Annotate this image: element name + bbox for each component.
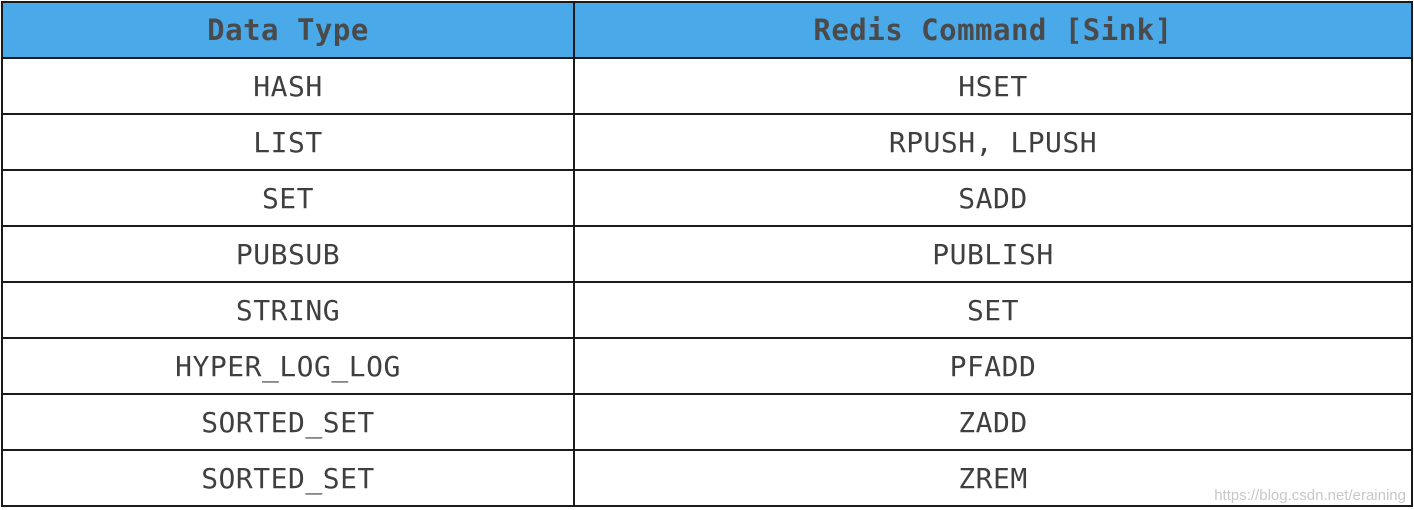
cell-data-type: LIST bbox=[1, 113, 575, 171]
table-row: SET SADD bbox=[1, 169, 1413, 227]
table-body: HASH HSET LIST RPUSH, LPUSH SET SADD PUB… bbox=[1, 57, 1413, 507]
table-row: STRING SET bbox=[1, 281, 1413, 339]
cell-data-type: SORTED_SET bbox=[1, 393, 575, 451]
table-row: LIST RPUSH, LPUSH bbox=[1, 113, 1413, 171]
header-data-type: Data Type bbox=[1, 1, 575, 59]
cell-redis-command: SET bbox=[573, 281, 1413, 339]
table-row: SORTED_SET ZREM bbox=[1, 449, 1413, 507]
cell-data-type: STRING bbox=[1, 281, 575, 339]
cell-redis-command: HSET bbox=[573, 57, 1413, 115]
table-header: Data Type Redis Command [Sink] bbox=[1, 1, 1413, 59]
watermark-url: https://blog.csdn.net/eraining bbox=[1214, 487, 1406, 504]
redis-data-type-table: Data Type Redis Command [Sink] HASH HSET… bbox=[1, 1, 1413, 507]
cell-redis-command: ZADD bbox=[573, 393, 1413, 451]
cell-redis-command: SADD bbox=[573, 169, 1413, 227]
table-row: SORTED_SET ZADD bbox=[1, 393, 1413, 451]
header-redis-command: Redis Command [Sink] bbox=[573, 1, 1413, 59]
cell-data-type: HYPER_LOG_LOG bbox=[1, 337, 575, 395]
cell-data-type: PUBSUB bbox=[1, 225, 575, 283]
table-row: HASH HSET bbox=[1, 57, 1413, 115]
table-row: HYPER_LOG_LOG PFADD bbox=[1, 337, 1413, 395]
cell-data-type: SORTED_SET bbox=[1, 449, 575, 507]
cell-redis-command: PFADD bbox=[573, 337, 1413, 395]
cell-redis-command: RPUSH, LPUSH bbox=[573, 113, 1413, 171]
cell-data-type: HASH bbox=[1, 57, 575, 115]
cell-data-type: SET bbox=[1, 169, 575, 227]
table-row: PUBSUB PUBLISH bbox=[1, 225, 1413, 283]
cell-redis-command: PUBLISH bbox=[573, 225, 1413, 283]
header-row: Data Type Redis Command [Sink] bbox=[1, 1, 1413, 59]
page: Data Type Redis Command [Sink] HASH HSET… bbox=[0, 0, 1414, 510]
